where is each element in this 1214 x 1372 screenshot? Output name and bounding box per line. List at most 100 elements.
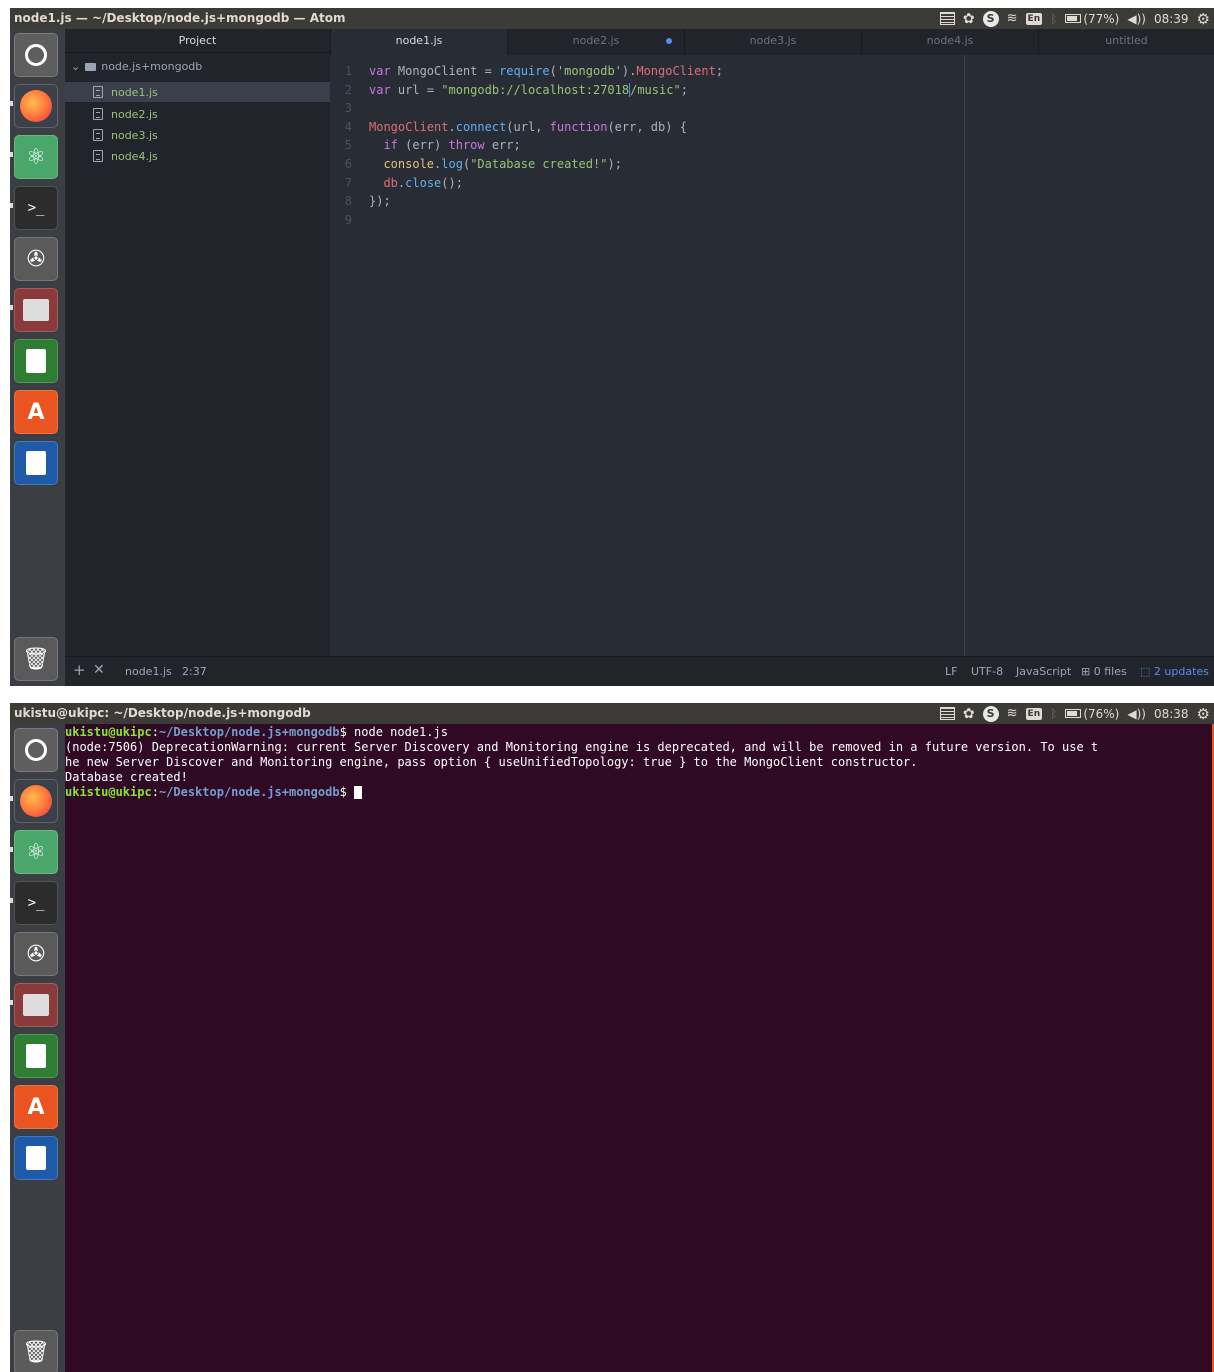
file-manager-icon[interactable] bbox=[14, 288, 58, 332]
bluetooth-icon[interactable]: ᛒ bbox=[1050, 707, 1057, 721]
prompt-user: ukistu@ukipc bbox=[65, 785, 152, 799]
atom-icon[interactable]: ⚛ bbox=[14, 830, 58, 874]
clock[interactable]: 08:38 bbox=[1154, 707, 1189, 721]
tree-file-node3[interactable]: node3.js bbox=[65, 125, 330, 145]
software-center-icon[interactable]: A bbox=[14, 1085, 58, 1129]
code-text: console.log("Database created!"); bbox=[369, 155, 621, 173]
system-settings-icon[interactable]: ✇ bbox=[14, 237, 58, 281]
system-tray: ✿ S ≋ En ᛒ (77%) ◀)) 08:39 ⚙ bbox=[939, 8, 1210, 29]
status-grammar[interactable]: JavaScript bbox=[1016, 665, 1071, 678]
libreoffice-calc-icon[interactable] bbox=[14, 1034, 58, 1078]
close-icon[interactable]: ✕ bbox=[93, 662, 105, 678]
code-token: . bbox=[448, 119, 456, 134]
tree-file-node4[interactable]: node4.js bbox=[65, 146, 330, 166]
code-token: ; bbox=[680, 82, 688, 97]
clock[interactable]: 08:39 bbox=[1154, 12, 1189, 26]
skype-icon[interactable]: S bbox=[982, 705, 999, 722]
keyboard-indicator-icon[interactable] bbox=[939, 707, 955, 720]
tab-node3[interactable]: node3.js bbox=[684, 29, 861, 55]
code-token: 'mongodb' bbox=[556, 64, 622, 78]
volume-icon[interactable]: ◀)) bbox=[1127, 12, 1146, 26]
terminal-icon[interactable]: >_ bbox=[14, 186, 58, 230]
volume-icon[interactable]: ◀)) bbox=[1127, 707, 1146, 721]
terminal-command: node node1.js bbox=[346, 725, 448, 739]
code-token: db bbox=[383, 175, 398, 190]
ubuntu-dash-icon[interactable] bbox=[14, 728, 58, 772]
prompt-path: ~/Desktop/node.js+mongodb bbox=[158, 725, 340, 739]
status-cursor-position[interactable]: 2:37 bbox=[182, 665, 207, 678]
system-settings-icon[interactable]: ✇ bbox=[14, 932, 58, 976]
tree-file-node2[interactable]: node2.js bbox=[65, 104, 330, 124]
code-token: MongoClient bbox=[369, 119, 449, 134]
trash-icon[interactable]: 🗑 bbox=[14, 637, 58, 681]
folder-icon bbox=[85, 62, 97, 71]
trash-icon[interactable]: 🗑 bbox=[14, 1330, 58, 1372]
code-token: MongoClient bbox=[390, 64, 485, 78]
software-center-icon[interactable]: A bbox=[14, 390, 58, 434]
tab-node4[interactable]: node4.js bbox=[861, 29, 1038, 55]
code-text: var url = "mongodb://localhost:27018/mus… bbox=[369, 81, 688, 99]
code-token: url bbox=[390, 82, 427, 97]
libreoffice-impress-icon[interactable] bbox=[14, 441, 58, 485]
status-line-ending[interactable]: LF bbox=[945, 665, 957, 678]
code-token: function bbox=[549, 119, 608, 134]
firefox-icon[interactable] bbox=[14, 84, 58, 128]
tree-view: Project ⌄ node.js+mongodb node1.js node2… bbox=[65, 29, 330, 656]
add-icon[interactable]: + bbox=[73, 661, 86, 679]
ubuntu-dash-icon[interactable] bbox=[14, 33, 58, 77]
prompt-path: ~/Desktop/node.js+mongodb bbox=[158, 785, 340, 799]
language-indicator[interactable]: En bbox=[1025, 707, 1043, 720]
atom-icon[interactable]: ⚛ bbox=[14, 135, 58, 179]
file-manager-icon[interactable] bbox=[14, 983, 58, 1027]
terminal-icon[interactable]: >_ bbox=[14, 881, 58, 925]
line-number: 7 bbox=[344, 175, 352, 190]
git-files-indicator[interactable]: ⊞ 0 files bbox=[1081, 665, 1127, 678]
tab-node1[interactable]: node1.js bbox=[330, 29, 507, 55]
code-token: if bbox=[383, 138, 398, 153]
language-indicator[interactable]: En bbox=[1025, 12, 1043, 25]
prompt-colon: : bbox=[151, 785, 159, 799]
unity-launcher: ⚛ >_ ✇ A 🗑 bbox=[10, 724, 65, 1372]
terminal-window-title: ukistu@ukipc: ~/Desktop/node.js+mongodb bbox=[14, 706, 311, 720]
code-token: console bbox=[383, 157, 435, 171]
bluetooth-icon[interactable]: ᛒ bbox=[1050, 12, 1057, 26]
updates-indicator[interactable]: ⬚ 2 updates bbox=[1140, 665, 1209, 678]
git-files-label: 0 files bbox=[1093, 665, 1127, 678]
updates-label: 2 updates bbox=[1153, 665, 1209, 678]
status-file-name[interactable]: node1.js bbox=[125, 665, 172, 678]
power-gear-icon[interactable]: ⚙ bbox=[1197, 10, 1210, 28]
status-bar: + ✕ node1.js 2:37 LF UTF-8 JavaScript ⊞ … bbox=[65, 656, 1214, 686]
code-text: if (err) throw err; bbox=[369, 136, 520, 154]
chevron-down-icon: ⌄ bbox=[71, 60, 81, 73]
terminal-output-line: he new Server Discover and Monitoring en… bbox=[65, 755, 918, 769]
code-token: MongoClient bbox=[636, 64, 716, 78]
code-token: log bbox=[441, 157, 463, 171]
skype-icon[interactable]: S bbox=[982, 10, 999, 27]
terminal-output[interactable]: ukistu@ukipc:~/Desktop/node.js+mongodb$ … bbox=[65, 724, 1214, 1372]
file-name: node3.js bbox=[111, 128, 158, 142]
tab-node2[interactable]: node2.js bbox=[507, 29, 684, 55]
power-gear-icon[interactable]: ⚙ bbox=[1197, 705, 1210, 723]
weather-indicator-icon[interactable]: ✿ bbox=[963, 706, 975, 722]
firefox-icon[interactable] bbox=[14, 779, 58, 823]
line-number: 6 bbox=[344, 157, 352, 171]
tab-untitled[interactable]: untitled bbox=[1038, 29, 1214, 55]
wifi-icon[interactable]: ≋ bbox=[1007, 11, 1018, 26]
battery-indicator[interactable]: (76%) bbox=[1065, 707, 1119, 721]
folder-name: node.js+mongodb bbox=[101, 60, 203, 73]
code-editor[interactable]: 1 var MongoClient = require('mongodb').Mo… bbox=[330, 55, 1214, 656]
battery-indicator[interactable]: (77%) bbox=[1065, 12, 1119, 26]
libreoffice-impress-icon[interactable] bbox=[14, 1136, 58, 1180]
weather-indicator-icon[interactable]: ✿ bbox=[963, 11, 975, 27]
tree-file-node1[interactable]: node1.js bbox=[65, 82, 330, 102]
terminal-cursor bbox=[354, 786, 363, 799]
status-encoding[interactable]: UTF-8 bbox=[971, 665, 1003, 678]
keyboard-indicator-icon[interactable] bbox=[939, 12, 955, 25]
project-folder[interactable]: ⌄ node.js+mongodb bbox=[71, 60, 202, 73]
file-name: node2.js bbox=[111, 107, 158, 121]
line-number: 1 bbox=[344, 64, 352, 78]
wifi-icon[interactable]: ≋ bbox=[1007, 706, 1018, 721]
code-token: var bbox=[369, 64, 391, 78]
terminal-prompt-line: ukistu@ukipc:~/Desktop/node.js+mongodb$ bbox=[65, 785, 1214, 800]
libreoffice-calc-icon[interactable] bbox=[14, 339, 58, 383]
